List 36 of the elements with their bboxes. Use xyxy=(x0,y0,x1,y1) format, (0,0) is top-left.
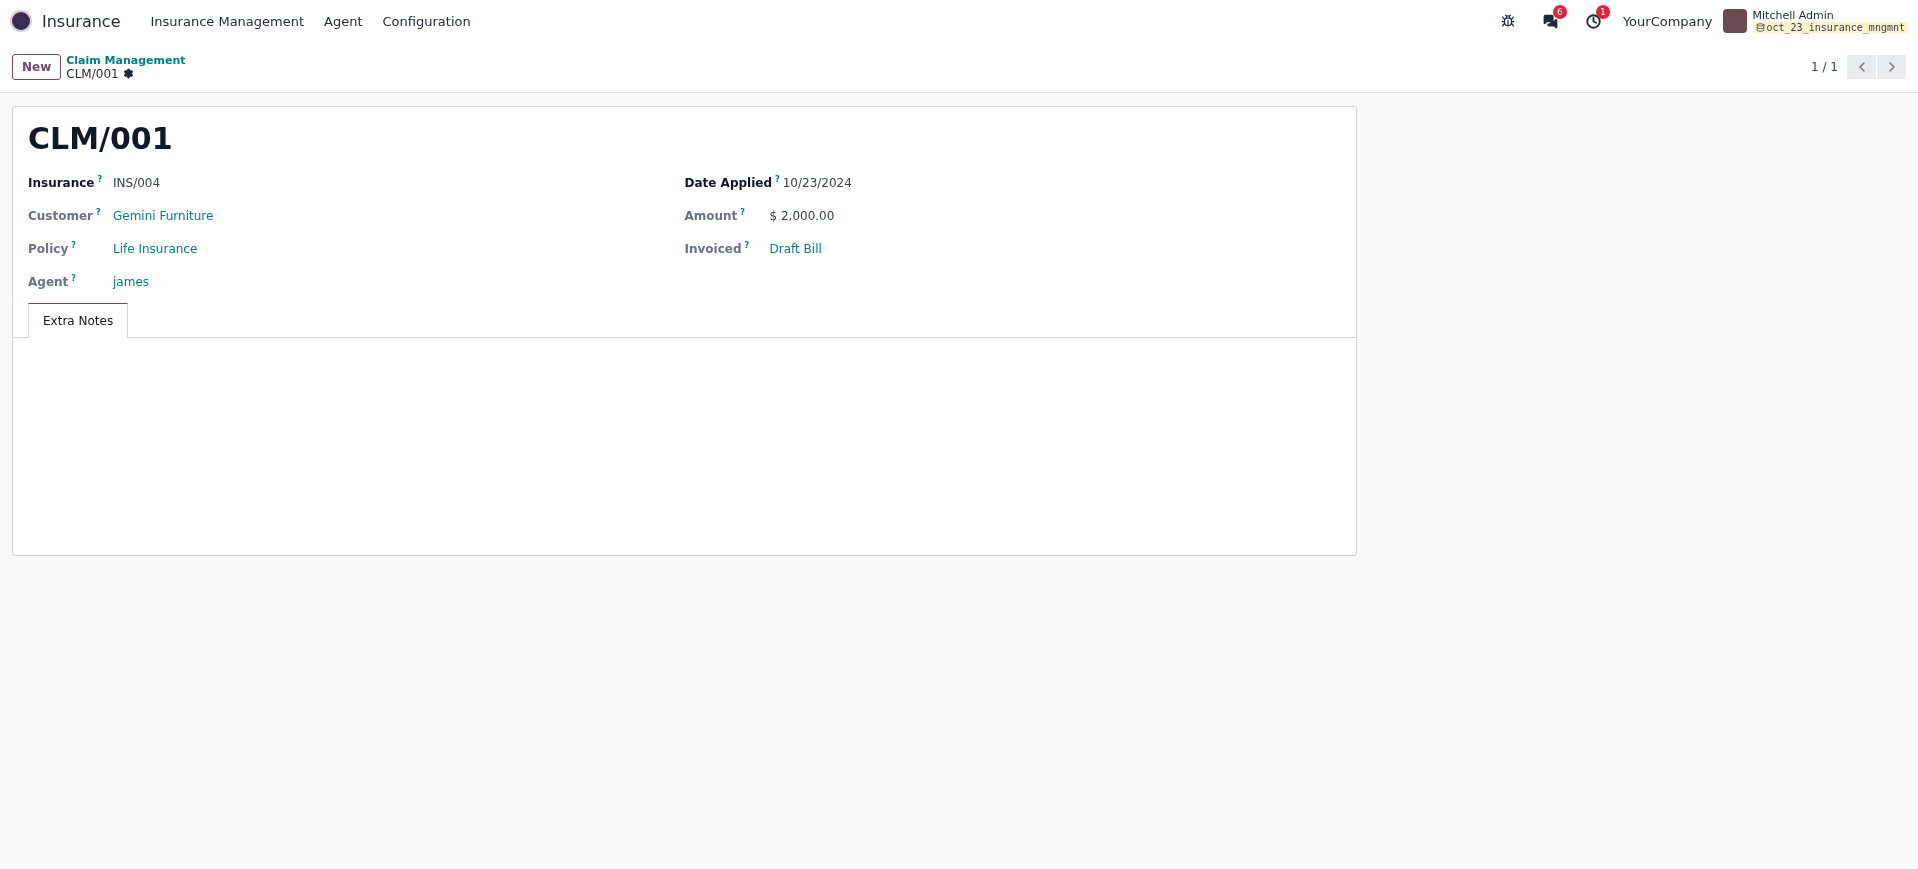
menu-item[interactable]: Agent xyxy=(314,13,373,29)
company-name[interactable]: YourCompany xyxy=(1622,13,1713,29)
field-value[interactable]: james xyxy=(113,274,149,289)
database-name: oct_23_insurance_mngmnt xyxy=(1752,22,1908,33)
breadcrumb-current: CLM/001 xyxy=(66,66,119,81)
menu-item[interactable]: Insurance Management xyxy=(140,13,315,29)
field-value: 10/23/2024 xyxy=(782,175,852,190)
chat-icon[interactable] xyxy=(1542,13,1558,29)
field-label: Customer $^{?}$ xyxy=(28,208,102,223)
clock-icon[interactable] xyxy=(1585,13,1601,29)
breadcrumb-link[interactable]: Claim Management xyxy=(66,53,186,67)
field-label: Policy $^{?}$ xyxy=(28,241,77,256)
notebook-tab[interactable]: Extra Notes xyxy=(28,303,129,338)
field-label: Agent $^{?}$ xyxy=(28,274,77,289)
field-value[interactable]: Draft Bill xyxy=(769,241,822,256)
message-count: 6 xyxy=(1552,4,1567,19)
user-avatar[interactable] xyxy=(1722,9,1747,33)
app-name[interactable]: Insurance xyxy=(42,11,121,31)
pager-value[interactable]: 1 / 1 xyxy=(1811,60,1838,74)
field-value[interactable]: Gemini Furniture xyxy=(113,208,214,223)
field-label: Insurance $^{?}$ xyxy=(28,175,104,190)
field-value[interactable]: Life Insurance xyxy=(113,241,198,256)
new-button[interactable]: New xyxy=(12,54,62,80)
gear-icon[interactable] xyxy=(122,68,134,79)
database-icon xyxy=(1755,23,1765,32)
field-label: Date Applied $^{?}$ xyxy=(684,175,780,190)
activity-count: 1 xyxy=(1595,4,1610,19)
bug-icon[interactable] xyxy=(1500,14,1515,28)
record-title: CLM/001 xyxy=(28,121,174,156)
user-name: Mitchell Admin xyxy=(1752,9,1835,22)
field-value: INS/004 xyxy=(113,175,161,190)
field-value: $ 2,000.00 xyxy=(769,208,835,223)
menu-item[interactable]: Configuration xyxy=(372,13,481,29)
app-logo-icon[interactable] xyxy=(10,10,32,32)
field-label: Invoiced $^{?}$ xyxy=(684,241,751,256)
field-label: Amount $^{?}$ xyxy=(684,208,746,223)
